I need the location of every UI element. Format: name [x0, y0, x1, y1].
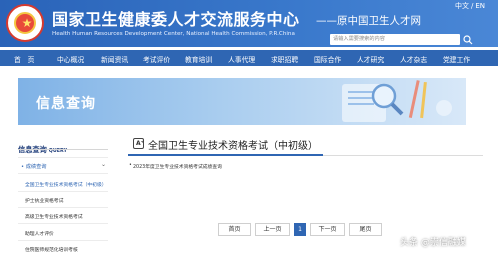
pagination-next-button[interactable]: 下一页	[310, 223, 345, 236]
pagination-current-page[interactable]: 1	[294, 223, 306, 236]
chevron-down-icon[interactable]: ⌄	[101, 161, 106, 168]
lang-cn-link[interactable]: 中文	[455, 2, 469, 10]
logo-emblem-icon: ★	[14, 12, 36, 34]
sidebar-group-label: 成绩查询	[25, 164, 47, 170]
page-title: 全国卫生专业技术资格考试（中初级）	[148, 141, 318, 152]
sidebar-group-scores[interactable]: • 成绩查询	[21, 163, 46, 170]
nav-item-hr-agency[interactable]: 人事代理	[228, 54, 255, 64]
sidebar-item-intermediate-exam[interactable]: 全国卫生专业技术资格考试（中初级）	[25, 181, 107, 188]
search-input[interactable]: 请输入需要搜索的内容	[330, 34, 460, 45]
sidebar: 信息查询QUERY • 成绩查询 ⌄ 全国卫生专业技术资格考试（中初级） 护士执…	[18, 134, 108, 259]
watermark-text: 头条 @崇信融媒	[400, 238, 466, 248]
nav-item-news[interactable]: 新闻资讯	[101, 54, 128, 64]
sidebar-item-residency[interactable]: 住院医师规范化培训考核	[25, 246, 78, 253]
page: ★ 国家卫生健康委人才交流服务中心 Health Human Resources…	[0, 0, 498, 259]
former-name: ——原中国卫生人才网	[316, 15, 421, 27]
pagination-last-button[interactable]: 尾页	[349, 223, 382, 236]
nav-item-magazine[interactable]: 人才杂志	[400, 54, 427, 64]
search-icon[interactable]	[462, 34, 474, 45]
nav-item-training[interactable]: 教育培训	[185, 54, 212, 64]
sidebar-item-nurse-exam[interactable]: 护士执业资格考试	[25, 197, 63, 204]
page-banner: 信息查询	[18, 78, 466, 125]
list-item-score-query[interactable]: 2023年度卫生专业技术资格考试成绩查询	[133, 163, 222, 170]
sidebar-item-senior-exam[interactable]: 高级卫生专业技术资格考试	[25, 213, 83, 220]
list-bullet-icon: •	[129, 163, 132, 168]
org-title-cn: 国家卫生健康委人才交流服务中心	[52, 10, 300, 29]
sidebar-divider	[18, 157, 108, 158]
pagination-first-button[interactable]: 首页	[218, 223, 251, 236]
nav-item-exam[interactable]: 考试评价	[143, 54, 170, 64]
nav-item-research[interactable]: 人才研究	[357, 54, 384, 64]
search-placeholder: 请输入需要搜索的内容	[333, 36, 385, 42]
banner-title: 信息查询	[36, 96, 96, 112]
language-switcher: 中文 / EN	[454, 1, 486, 11]
sidebar-divider	[18, 223, 108, 224]
sidebar-divider	[18, 149, 108, 150]
document-a-icon: A⁺	[133, 138, 144, 149]
site-header: ★ 国家卫生健康委人才交流服务中心 Health Human Resources…	[0, 0, 498, 47]
nav-item-party[interactable]: 党建工作	[443, 54, 470, 64]
sidebar-heading: 信息查询QUERY	[18, 137, 67, 156]
sidebar-divider	[18, 191, 108, 192]
emblem-logo[interactable]: ★	[6, 4, 44, 42]
sidebar-item-assistant-eval[interactable]: 助理人才评价	[25, 230, 54, 237]
sidebar-divider	[18, 240, 108, 241]
lang-en-link[interactable]: EN	[475, 2, 485, 10]
nav-item-international[interactable]: 国际合作	[314, 54, 341, 64]
main-nav: 首 页 中心概况 新闻资讯 考试评价 教育培训 人事代理 求职招聘 国际合作 人…	[0, 50, 498, 66]
nav-item-home[interactable]: 首 页	[14, 54, 34, 64]
magnifier-illustration-icon	[342, 80, 452, 122]
org-title-en: Health Human Resources Development Cente…	[52, 31, 295, 37]
title-underline-accent	[128, 154, 323, 156]
nav-item-about[interactable]: 中心概况	[57, 54, 84, 64]
pagination-prev-button[interactable]: 上一页	[255, 223, 290, 236]
lang-separator: /	[471, 2, 474, 10]
nav-item-jobs[interactable]: 求职招聘	[271, 54, 298, 64]
sidebar-divider	[18, 173, 108, 174]
sidebar-divider	[18, 207, 108, 208]
